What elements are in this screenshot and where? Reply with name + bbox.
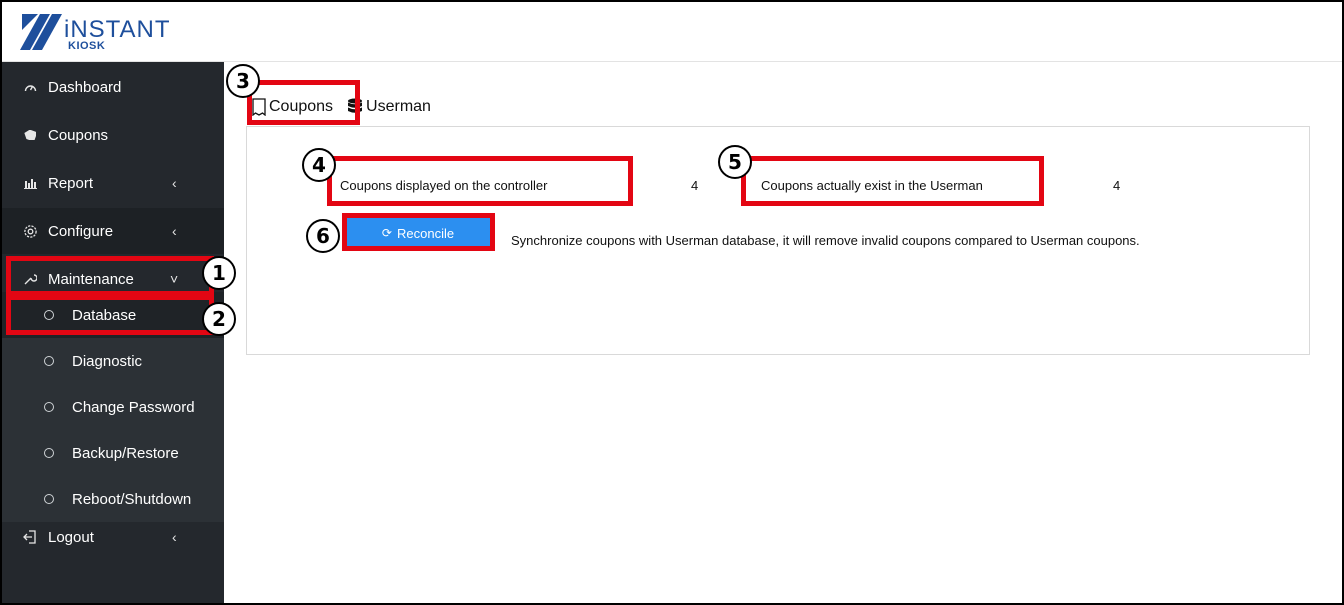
annotation-badge-2: 2 [202,302,236,336]
gear-icon [22,223,38,239]
sidebar-item-label: Logout [48,528,94,546]
highlight-maintenance [6,256,214,296]
circle-icon [44,494,54,504]
chevron-left-icon: ‹ [172,175,177,191]
sidebar-item-label: Report [48,174,94,192]
highlight-exist [741,156,1044,206]
sidebar-item-coupons[interactable]: Coupons [2,112,224,158]
sidebar-subitem-label: Diagnostic [72,352,143,370]
reconcile-description: Synchronize coupons with Userman databas… [511,233,1140,248]
bar-chart-icon [22,175,38,191]
tag-icon [22,127,38,143]
sidebar-subitem-change-password[interactable]: Change Password [2,384,224,430]
gauge-icon [22,79,38,95]
circle-icon [44,448,54,458]
top-header: iNSTANT KIOSK [2,2,1342,62]
chevron-left-icon: ‹ [172,529,177,545]
sidebar-subitem-label: Change Password [72,398,195,416]
sidebar-item-logout[interactable]: Logout ‹ [2,514,224,560]
logo-mark-icon [20,14,62,50]
highlight-coupons-tab [247,80,360,125]
brand-sub: KIOSK [68,40,106,52]
highlight-displayed [327,156,633,206]
app-window: iNSTANT KIOSK Dashboard Coupons Report ‹ [2,2,1342,603]
sidebar-subitem-label: Backup/Restore [72,444,179,462]
coupons-displayed-value: 4 [691,178,699,193]
sidebar-item-dashboard[interactable]: Dashboard [2,64,224,110]
logout-icon [22,529,38,545]
sidebar-subitem-backup-restore[interactable]: Backup/Restore [2,430,224,476]
circle-icon [44,402,54,412]
annotation-badge-6: 6 [306,219,340,253]
sidebar-item-label: Dashboard [48,78,122,96]
sidebar-subitem-label: Reboot/Shutdown [72,490,192,508]
sidebar-item-report[interactable]: Report ‹ [2,160,224,206]
annotation-badge-3: 3 [226,64,260,98]
circle-icon [44,356,54,366]
annotation-badge-5: 5 [718,145,752,179]
sidebar-item-label: Coupons [48,126,109,144]
brand-logo[interactable]: iNSTANT KIOSK [20,10,180,54]
sidebar-item-configure[interactable]: Configure ‹ [2,208,224,254]
chevron-left-icon: ‹ [172,223,177,239]
sidebar-subitem-diagnostic[interactable]: Diagnostic [2,338,224,384]
highlight-database [6,295,214,335]
highlight-reconcile [342,213,495,251]
annotation-badge-4: 4 [302,148,336,182]
annotation-badge-1: 1 [202,256,236,290]
sidebar-item-label: Configure [48,222,114,240]
tab-label: Userman [366,98,431,115]
coupons-exist-value: 4 [1113,178,1121,193]
